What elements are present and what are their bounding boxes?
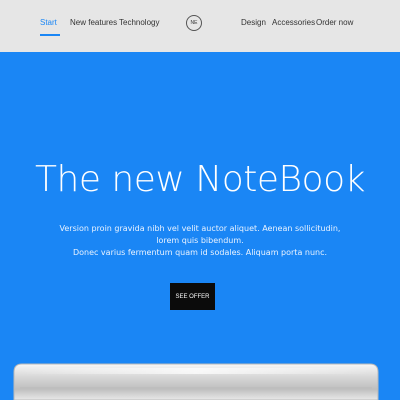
nav-item-accessories[interactable]: Accessories — [272, 18, 315, 27]
hero-subtitle-line-2: Donec varius fermentum quam id sodales. … — [72, 248, 328, 257]
laptop-image — [13, 363, 379, 400]
see-offer-button[interactable]: SEE OFFER — [170, 283, 215, 310]
nav-item-design[interactable]: Design — [241, 18, 266, 27]
nav-item-start[interactable]: Start — [40, 18, 57, 27]
hero-subtitle: Version proin gravida nibh vel velit auc… — [50, 223, 350, 259]
nav-item-technology[interactable]: Technology — [119, 18, 159, 27]
nav-item-order-now[interactable]: Order now — [316, 18, 353, 27]
nav-item-new-features[interactable]: New features — [70, 18, 117, 27]
active-nav-underline — [40, 34, 60, 36]
hero-title: The new NoteBook — [35, 159, 365, 200]
top-navigation: Start New features Technology NE Design … — [0, 0, 400, 52]
hero-subtitle-line-1: Version proin gravida nibh vel velit auc… — [59, 224, 341, 245]
brand-logo[interactable]: NE — [186, 15, 202, 31]
